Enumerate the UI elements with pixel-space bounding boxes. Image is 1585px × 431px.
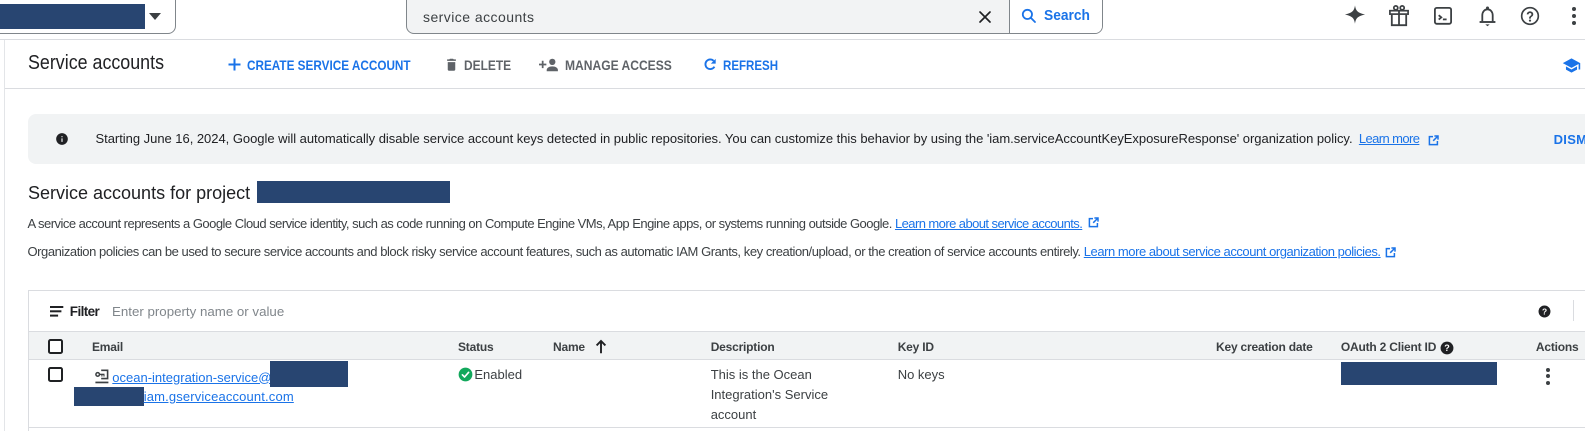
- svg-text:?: ?: [1541, 306, 1546, 316]
- svg-text:?: ?: [1444, 343, 1450, 353]
